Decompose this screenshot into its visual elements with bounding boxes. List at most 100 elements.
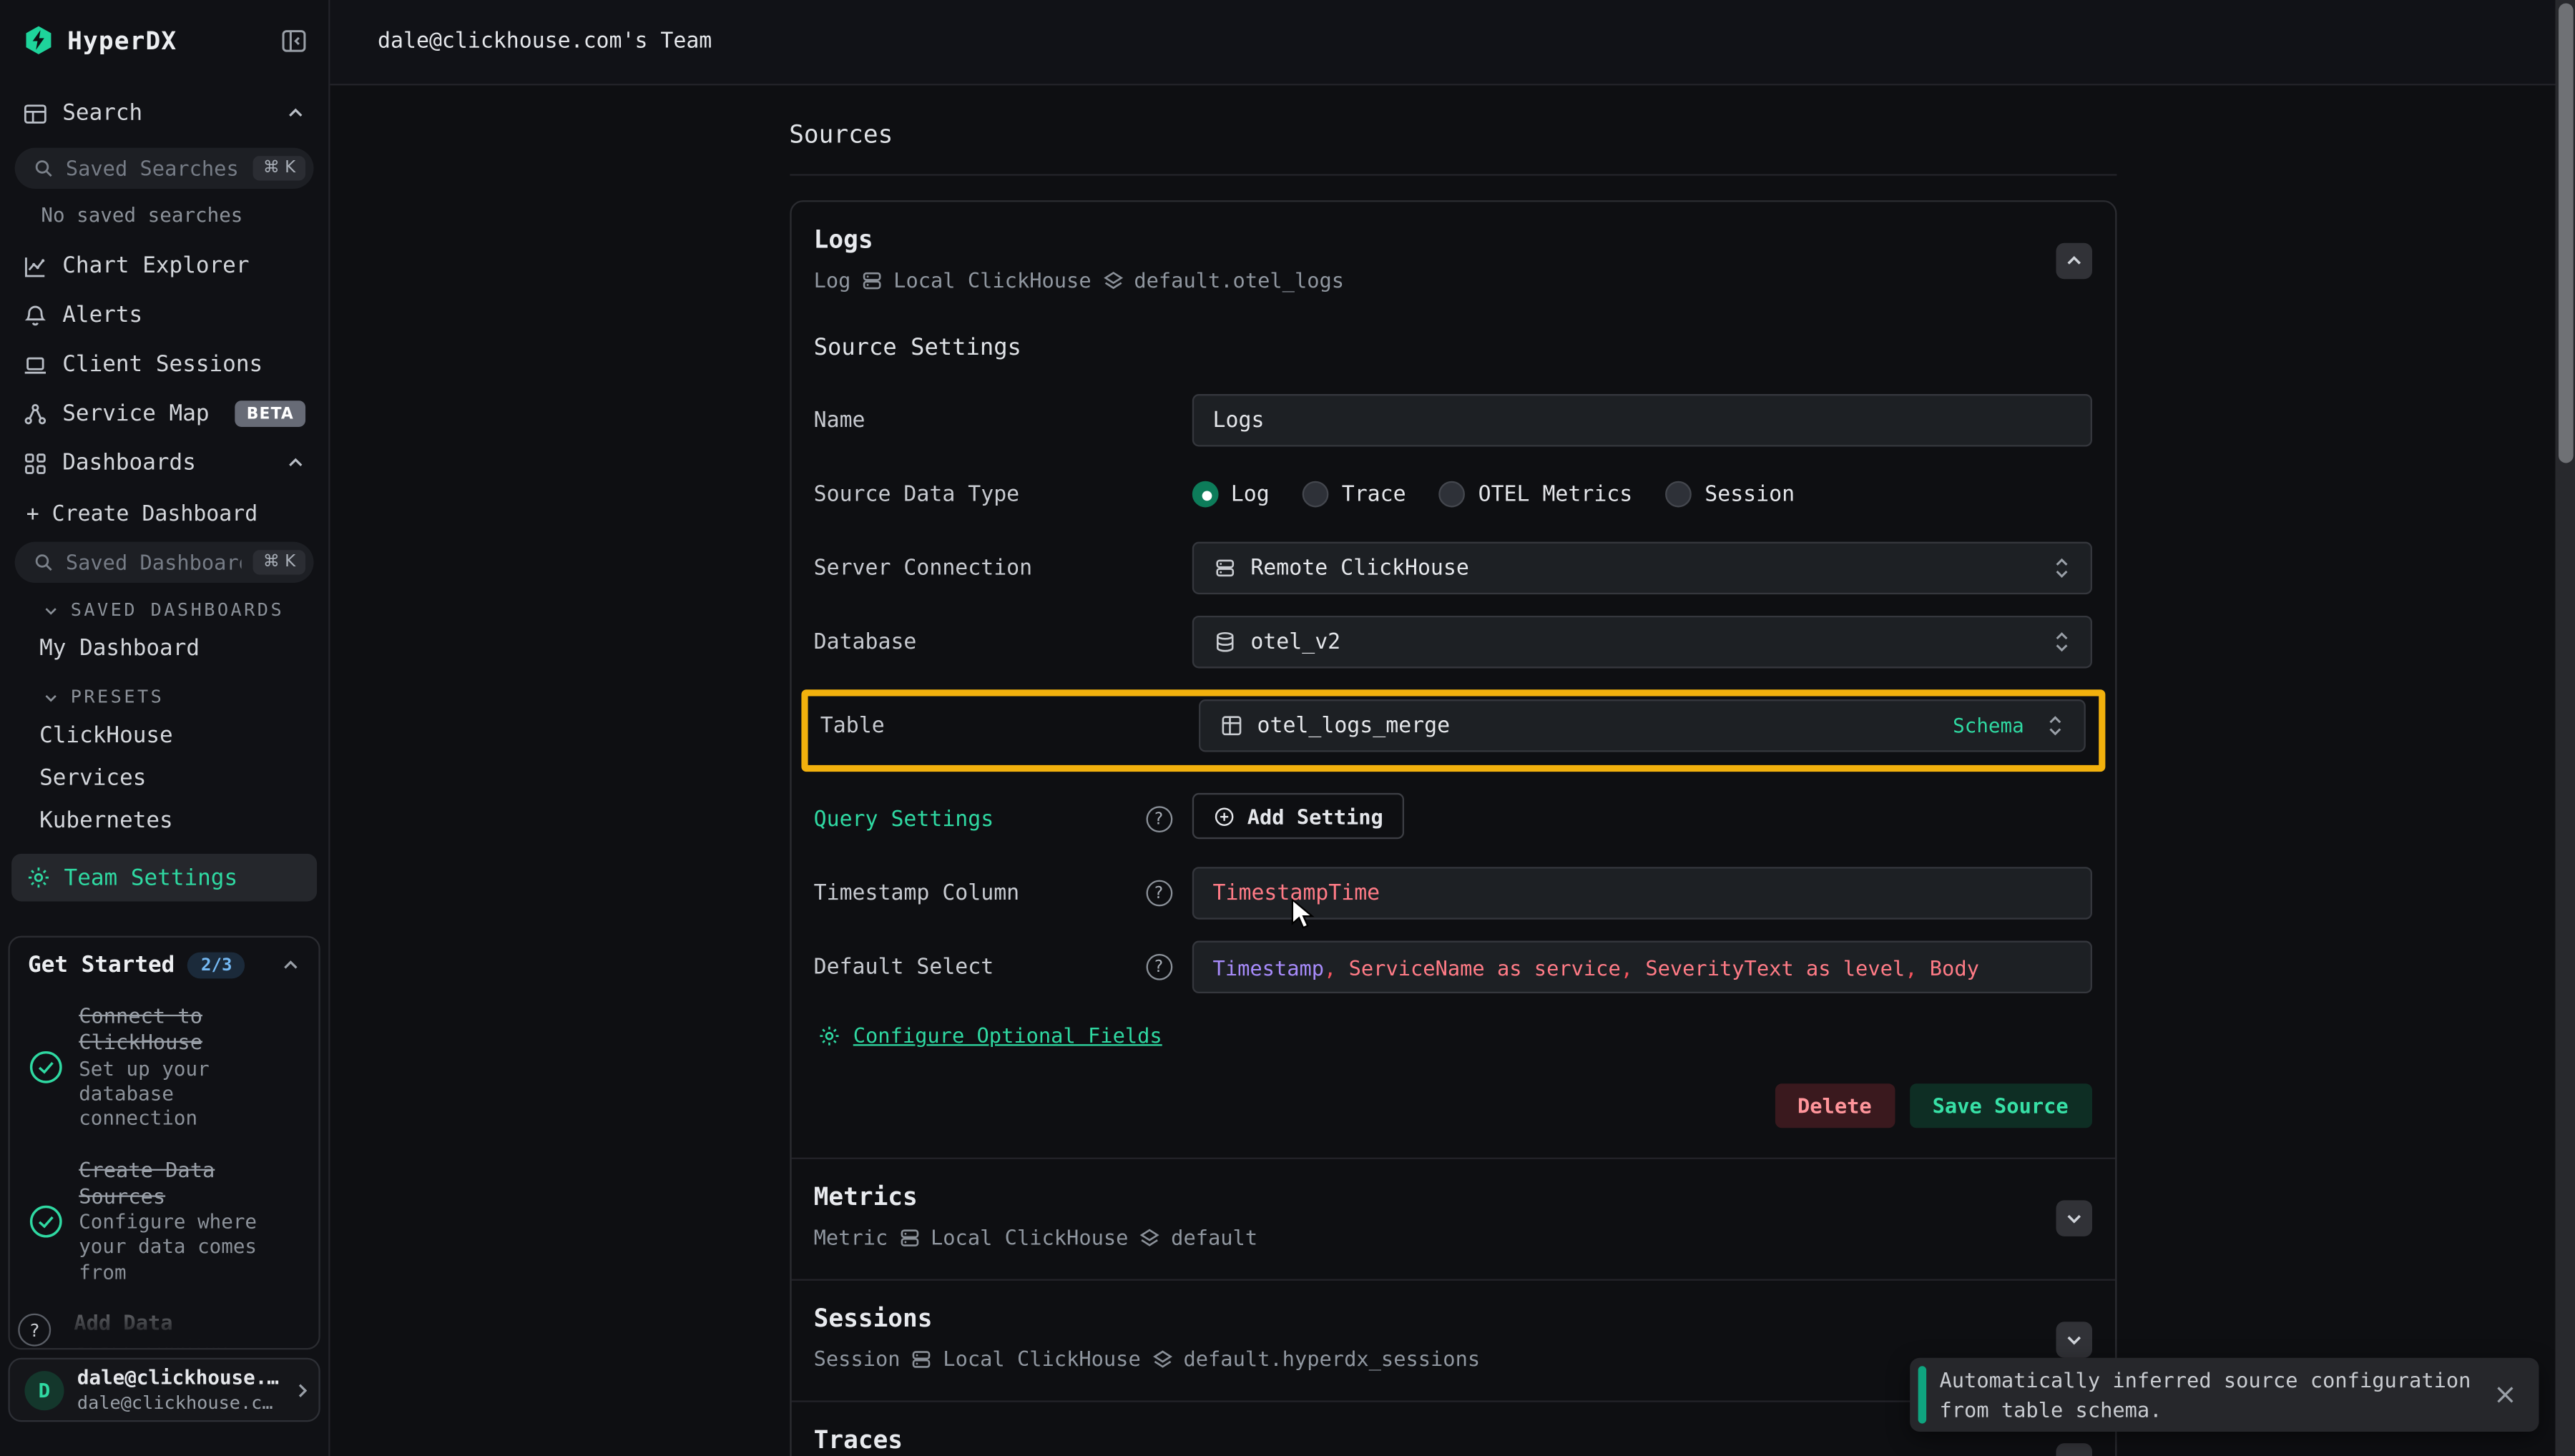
source-settings-form: Name Logs Source Data Type — [814, 394, 2091, 1128]
help-button[interactable]: ? — [18, 1314, 51, 1347]
scrollbar-thumb[interactable] — [2558, 4, 2573, 463]
logs-section-title: Logs — [814, 225, 2091, 255]
name-value: Logs — [1213, 408, 1265, 433]
help-icon[interactable]: ? — [1145, 806, 1172, 832]
selector-chevrons-icon — [2052, 631, 2070, 654]
shortcut-badge: ⌘ K — [253, 550, 305, 574]
server-name: Local ClickHouse — [931, 1225, 1128, 1249]
timestamp-column-value: TimestampTime — [1213, 881, 1380, 905]
saved-dashboards-input[interactable]: Saved Dashboards ⌘ K — [15, 542, 314, 583]
server-icon — [1213, 556, 1236, 579]
sidebar-item-client-sessions[interactable]: Client Sessions — [0, 340, 328, 389]
sidebar-item-alerts[interactable]: Alerts — [0, 290, 328, 340]
optional-fields-row: Configure Optional Fields — [817, 1023, 2091, 1047]
chevron-up-icon[interactable] — [281, 955, 301, 975]
expand-traces-button[interactable] — [2055, 1443, 2091, 1456]
sidebar-item-service-map[interactable]: Service Map BETA — [0, 389, 328, 438]
chevron-right-icon — [292, 1380, 312, 1400]
sidebar-section-dashboards[interactable]: Dashboards — [0, 438, 328, 488]
progress-badge: 2/3 — [188, 953, 245, 979]
radio-otel-metrics[interactable]: OTEL Metrics — [1439, 481, 1633, 508]
shortcut-badge: ⌘ K — [253, 156, 305, 180]
step-subtitle: Set up your database connection — [79, 1056, 209, 1130]
group-saved-dashboards[interactable]: SAVED DASHBOARDS — [0, 583, 328, 627]
default-select-row: Default Select ? Timestamp, ServiceName … — [814, 941, 2091, 993]
name-input[interactable]: Logs — [1192, 394, 2091, 446]
sidebar-item-label: Alerts — [62, 302, 142, 328]
table-label: Table — [820, 714, 885, 738]
server-icon — [860, 268, 883, 291]
app-title: HyperDX — [67, 26, 177, 55]
collapse-sidebar-icon[interactable] — [281, 27, 308, 54]
layers-icon — [1138, 1226, 1161, 1249]
metrics-meta: Metric Local ClickHouse default — [814, 1225, 2091, 1249]
saved-searches-input[interactable]: Saved Searches ⌘ K — [15, 148, 314, 189]
table-path: default.otel_logs — [1134, 267, 1344, 292]
chart-icon — [23, 254, 47, 278]
app-window: HyperDX Search Saved Searches ⌘ K No sav… — [0, 0, 2575, 1456]
user-profile-card[interactable]: D dale@clickhouse.… dale@clickhouse.c… — [8, 1358, 320, 1422]
dashboards-icon — [23, 451, 47, 475]
configure-optional-fields-link[interactable]: Configure Optional Fields — [853, 1023, 1162, 1047]
server-connection-select[interactable]: Remote ClickHouse — [1192, 542, 2091, 594]
layers-icon — [1151, 1347, 1174, 1370]
schema-link[interactable]: Schema — [1953, 714, 2024, 737]
logs-meta: Log Local ClickHouse default.otel_logs — [814, 267, 2091, 292]
step-subtitle: Configure where your data comes from — [79, 1210, 257, 1284]
radio-log[interactable]: Log — [1192, 481, 1270, 508]
expand-metrics-button[interactable] — [2055, 1200, 2091, 1236]
sessions-meta: Session Local ClickHouse default.hyperdx… — [814, 1347, 2091, 1371]
get-started-step-2[interactable]: Create Data Sources Configure where your… — [28, 1157, 300, 1286]
vertical-scrollbar[interactable] — [2555, 0, 2575, 1456]
get-started-step-3[interactable]: 3 Add Data Start sending logs, metrics, … — [28, 1311, 300, 1350]
help-icon[interactable]: ? — [1145, 954, 1172, 980]
sidebar-item-label: Chart Explorer — [62, 253, 249, 280]
sidebar-item-chart-explorer[interactable]: Chart Explorer — [0, 242, 328, 291]
source-kind: Metric — [814, 1225, 888, 1249]
sidebar-item-team-settings[interactable]: Team Settings — [11, 854, 317, 902]
help-icon[interactable]: ? — [1145, 880, 1172, 907]
create-dashboard-button[interactable]: + Create Dashboard — [0, 488, 328, 532]
toast-notification: Automatically inferred source configurat… — [1910, 1358, 2539, 1432]
preset-item-kubernetes[interactable]: Kubernetes — [0, 800, 328, 842]
server-name: Local ClickHouse — [893, 267, 1091, 292]
page-title: Sources — [789, 120, 2116, 149]
collapse-logs-button[interactable] — [2055, 243, 2091, 280]
server-icon — [910, 1347, 933, 1370]
table-select[interactable]: otel_logs_merge Schema — [1198, 699, 2085, 752]
database-row: Database otel_v2 — [814, 616, 2091, 668]
table-grid-icon — [1220, 714, 1242, 737]
database-icon — [1213, 631, 1236, 654]
get-started-step-1[interactable]: Connect to ClickHouse Set up your databa… — [28, 1003, 300, 1132]
sidebar-section-search[interactable]: Search — [0, 89, 328, 138]
get-started-title: Get Started — [28, 953, 175, 979]
radio-trace[interactable]: Trace — [1303, 481, 1406, 508]
check-circle-icon — [28, 1204, 64, 1240]
search-icon — [33, 157, 54, 179]
dashboard-item-my-dashboard[interactable]: My Dashboard — [0, 627, 328, 670]
database-select[interactable]: otel_v2 — [1192, 616, 2091, 668]
toast-message: Automatically inferred source configurat… — [1939, 1366, 2478, 1423]
sidebar-item-label: Dashboards — [62, 450, 196, 476]
get-started-panel: Get Started 2/3 Connect to ClickHouse Se… — [8, 936, 320, 1350]
delete-button[interactable]: Delete — [1775, 1083, 1895, 1128]
layers-icon — [1101, 268, 1124, 291]
form-actions: Delete Save Source — [814, 1083, 2091, 1128]
timestamp-column-input[interactable]: TimestampTime — [1192, 867, 2091, 919]
hyperdx-logo-icon — [23, 24, 54, 56]
timestamp-column-row: Timestamp Column ? TimestampTime — [814, 867, 2091, 919]
preset-item-clickhouse[interactable]: ClickHouse — [0, 714, 328, 757]
radio-session[interactable]: Session — [1665, 481, 1795, 508]
server-connection-label: Server Connection — [814, 556, 1033, 580]
expand-sessions-button[interactable] — [2055, 1322, 2091, 1358]
add-setting-button[interactable]: Add Setting — [1192, 793, 1405, 839]
server-name: Local ClickHouse — [943, 1347, 1140, 1371]
step-title: Add Data — [74, 1311, 172, 1335]
close-icon[interactable] — [2478, 1384, 2516, 1405]
save-source-button[interactable]: Save Source — [1909, 1083, 2091, 1128]
group-presets[interactable]: PRESETS — [0, 670, 328, 714]
metrics-section: Metrics Metric Local ClickHouse — [790, 1158, 2114, 1279]
source-data-type-label: Source Data Type — [814, 482, 1020, 506]
preset-item-services[interactable]: Services — [0, 757, 328, 800]
default-select-input[interactable]: Timestamp, ServiceName as service, Sever… — [1192, 941, 2091, 993]
